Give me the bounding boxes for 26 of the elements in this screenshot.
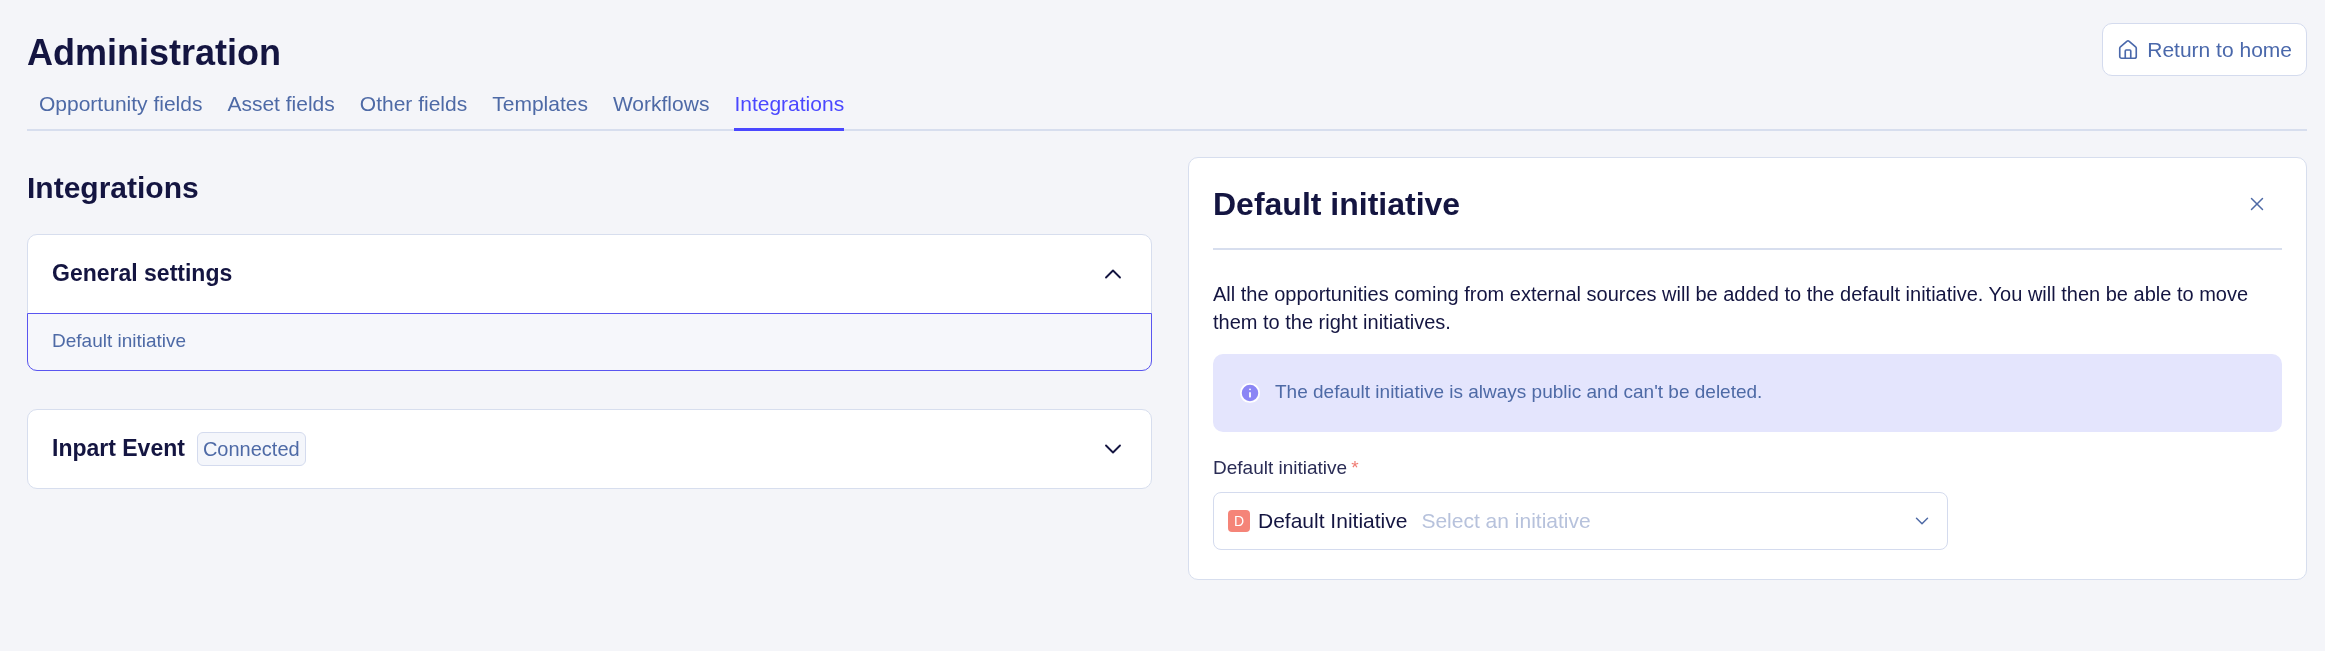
accordion-title: Inpart Event xyxy=(52,434,185,464)
initiative-select[interactable]: D Default Initiative Select an initiative xyxy=(1213,492,1948,550)
tab[interactable]: Opportunity fields xyxy=(39,88,203,131)
status-tag: Connected xyxy=(196,431,306,466)
home-icon xyxy=(2117,38,2140,61)
select-placeholder: Select an initiative xyxy=(1421,508,1591,535)
accordion-header[interactable]: General settings xyxy=(28,234,1151,313)
info-text: The default initiative is always public and can't be deleted. xyxy=(1275,380,1763,405)
field-label: Default initiative xyxy=(1213,455,1348,480)
settings-item[interactable]: Default initiative xyxy=(27,312,1152,371)
tab[interactable]: Integrations xyxy=(734,88,845,131)
info-icon xyxy=(1239,381,1261,404)
required-mark: * xyxy=(1351,455,1359,480)
accordion-header[interactable]: Inpart Event Connected xyxy=(28,409,1151,488)
page-title: Administration xyxy=(27,31,281,75)
tab[interactable]: Templates xyxy=(492,88,588,131)
selected-value: Default Initiative xyxy=(1258,508,1408,535)
return-home-button[interactable]: Return to home xyxy=(2102,23,2307,76)
initiative-avatar: D xyxy=(1228,510,1250,532)
tab[interactable]: Asset fields xyxy=(227,88,335,131)
accordion-title: General settings xyxy=(52,259,233,289)
tab[interactable]: Other fields xyxy=(359,88,468,131)
panel-title: Default initiative xyxy=(1213,184,1461,224)
section-heading: Integrations xyxy=(27,169,200,206)
tab[interactable]: Workflows xyxy=(612,88,710,131)
panel-description: All the opportunities coming from external sources will be added to the default initiative. You will then be able to move them to the right initiatives. xyxy=(1213,281,2250,335)
